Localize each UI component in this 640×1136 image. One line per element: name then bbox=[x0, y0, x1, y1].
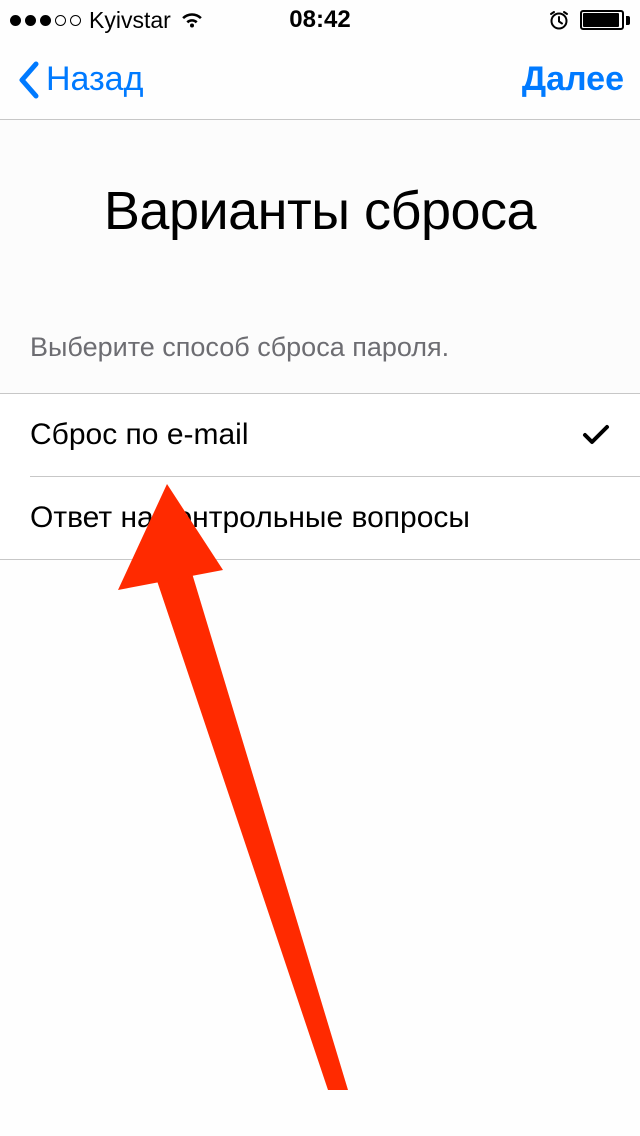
carrier-label: Kyivstar bbox=[89, 7, 171, 34]
option-security-questions[interactable]: Ответ на контрольные вопросы bbox=[30, 476, 640, 559]
chevron-left-icon bbox=[16, 60, 40, 100]
back-button[interactable]: Назад bbox=[16, 60, 143, 100]
options-list: Сброс по e-mail Ответ на контрольные воп… bbox=[0, 393, 640, 560]
nav-bar: Назад Далее bbox=[0, 40, 640, 120]
back-label: Назад bbox=[46, 60, 143, 99]
wifi-icon bbox=[179, 10, 205, 30]
page-title: Варианты сброса bbox=[0, 120, 640, 332]
instruction-text: Выберите способ сброса пароля. bbox=[0, 332, 640, 393]
status-bar: Kyivstar 08:42 bbox=[0, 0, 640, 40]
next-button[interactable]: Далее bbox=[522, 60, 624, 99]
alarm-icon bbox=[548, 9, 570, 31]
option-label: Ответ на контрольные вопросы bbox=[30, 501, 470, 535]
checkmark-icon bbox=[582, 423, 610, 447]
option-label: Сброс по e-mail bbox=[30, 418, 249, 452]
signal-strength-icon bbox=[10, 15, 81, 26]
status-right bbox=[548, 9, 630, 31]
content-area: Варианты сброса Выберите способ сброса п… bbox=[0, 120, 640, 560]
battery-icon bbox=[580, 10, 630, 30]
status-left: Kyivstar bbox=[10, 7, 205, 34]
status-time: 08:42 bbox=[289, 6, 350, 34]
option-reset-by-email[interactable]: Сброс по e-mail bbox=[0, 394, 640, 476]
